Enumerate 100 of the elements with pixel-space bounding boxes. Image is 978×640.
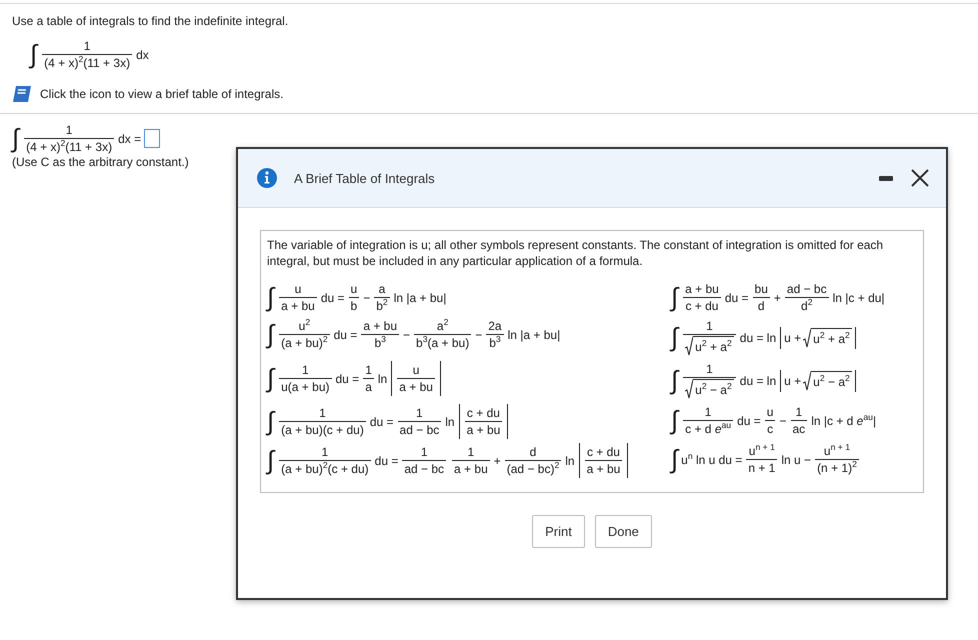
math-text: b$^{3}$ (374, 336, 386, 350)
math-text: b$^{2}$ (376, 299, 388, 314)
integral-sign: ∫ (12, 126, 20, 152)
math-text: ln |a + bu| (394, 290, 446, 305)
math-text: a + bu (363, 319, 398, 334)
math-text: c + du (685, 299, 718, 314)
integral-sign: ∫ (267, 322, 274, 348)
math-text: a (365, 380, 372, 394)
math-text: (a + bu)$^{2}$(c + du) (281, 462, 369, 476)
integral-sign: ∫ (267, 366, 274, 392)
integral-sign: ∫ (671, 408, 678, 434)
math-text: ln |a + bu| (508, 328, 560, 342)
math-text: 1 (706, 319, 713, 334)
math-text: 1 (420, 445, 428, 460)
math-text: 2a (488, 319, 502, 334)
math-text: u (766, 405, 774, 420)
math-text: u$^{n + 1}$ (824, 444, 850, 458)
math-text: u (350, 282, 358, 296)
math-text: a + bu (466, 423, 500, 438)
math-text: u$^{n}$ ln u du = (681, 452, 742, 467)
integral-sign: ∫ (671, 284, 678, 311)
math-text: d (530, 445, 536, 460)
dialog-button[interactable]: Print (532, 515, 585, 548)
math-text: du = ln (740, 330, 776, 345)
integral-sign: ∫ (30, 42, 38, 68)
math-text: du = (370, 414, 394, 429)
math-text: a + bu (685, 282, 719, 296)
math-text: 1 (704, 405, 712, 420)
math-text: a + bu (281, 299, 315, 314)
math-text: d (758, 299, 765, 314)
math-text: du = (374, 454, 398, 468)
close-icon[interactable] (910, 168, 930, 188)
math-text: (4 + x)$^{2}$(11 + 3x) (44, 56, 130, 70)
answer-box[interactable] (144, 129, 160, 148)
math-text: u + (784, 374, 802, 388)
integral-sign: ∫ (267, 408, 274, 435)
math-text: u$^{2}$ − a$^{2}$ (695, 383, 732, 398)
math-text: du = (320, 290, 345, 305)
math-text: u (412, 363, 420, 378)
table-link[interactable]: Click the icon to view a brief table of integrals. (40, 87, 284, 101)
math-text: 1 (319, 406, 326, 420)
math-text: ln (565, 454, 575, 468)
note-text: (Use C as the arbitrary constant.) (12, 155, 190, 169)
math-text: 1 (416, 406, 423, 420)
math-text: ln (445, 414, 455, 429)
integral-sign: ∫ (671, 368, 678, 394)
math-text: u$^{n + 1}$ (748, 444, 775, 458)
math-text: ln |c + du| (832, 290, 885, 305)
math-text: a (378, 282, 386, 296)
math-text: ln u − (781, 452, 812, 467)
math-text: dx (136, 48, 149, 62)
integral-sign: ∫ (671, 324, 678, 351)
minimize-icon[interactable] (878, 174, 894, 182)
dialog-title: A Brief Table of Integrals (294, 170, 436, 186)
math-text: (ad − bc)$^{2}$ (506, 462, 560, 476)
math-text: ln (378, 372, 388, 386)
math-text: u (294, 282, 302, 296)
math-text: n + 1 (748, 461, 776, 476)
math-text: u + (784, 330, 802, 345)
math-text: + (774, 290, 781, 305)
math-text: c + d e$^{au}$ (685, 422, 732, 436)
math-text: ad − bc (404, 462, 444, 476)
math-text: ad − bc (400, 423, 440, 438)
math-text: ac (792, 422, 806, 436)
math-text: 1 (84, 39, 90, 53)
integral-sign: ∫ (671, 446, 678, 473)
math-text: ad − bc (786, 282, 827, 296)
math-text: ln |c + d e$^{au}$| (811, 414, 876, 428)
math-text: d$^{2}$ (801, 299, 812, 314)
math-text: u(a + bu) (281, 380, 330, 394)
math-text: (a + bu)(c + du) (281, 423, 364, 438)
math-text: bu (754, 282, 768, 296)
math-text: − (363, 290, 370, 305)
info-icon (256, 167, 278, 189)
math-text: du = (336, 372, 360, 386)
math-text: u$^{2}$ + a$^{2}$ (695, 340, 732, 354)
math-text: u$^{2}$ + a$^{2}$ (813, 332, 850, 346)
math-text: a$^{2}$ (436, 319, 448, 334)
book-icon[interactable] (12, 85, 32, 103)
math-text: b (350, 299, 358, 314)
math-text: c + du (466, 406, 500, 420)
math-text: 1 (322, 445, 328, 460)
math-text: a + bu (399, 380, 433, 394)
math-text: 1 (796, 405, 802, 420)
math-text: 1 (468, 445, 474, 460)
math-text: (a + bu)$^{2}$ (281, 336, 328, 350)
math-text: (4 + x)$^{2}$(11 + 3x) (26, 140, 112, 154)
math-text: c (767, 422, 774, 436)
math-text: dx = (118, 132, 142, 146)
math-text: u$^{2}$ − a$^{2}$ (813, 374, 850, 389)
integral-sign: ∫ (267, 284, 274, 311)
question-text: Use a table of integrals to find the indefinite integral. (12, 14, 290, 28)
math-text: a + bu (586, 462, 620, 476)
math-text: 1 (66, 123, 72, 137)
integral-sign: ∫ (267, 448, 274, 474)
math-text: (n + 1)$^{2}$ (817, 461, 857, 476)
math-text: du = (724, 290, 749, 305)
dialog-button[interactable]: Done (594, 515, 652, 548)
math-text: u$^{2}$ (298, 319, 310, 334)
math-text: b$^{3}$(a + bu) (416, 336, 470, 350)
